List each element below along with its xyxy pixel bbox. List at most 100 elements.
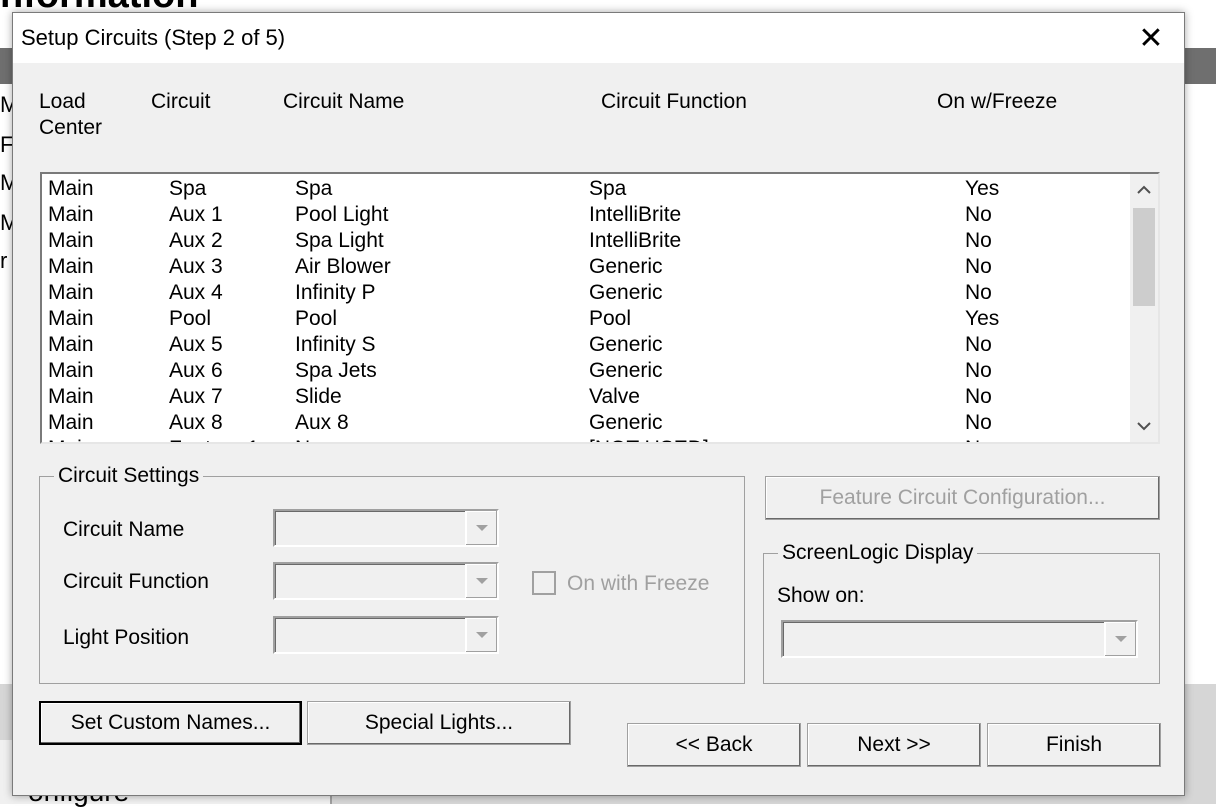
finish-button[interactable]: Finish	[987, 723, 1161, 767]
circuit-cell: Aux 3	[169, 255, 223, 278]
column-header-load-center-line1: Load	[39, 90, 86, 113]
next-button[interactable]: Next >>	[807, 723, 981, 767]
table-row[interactable]: Main Aux 8 Aux 8 Generic No	[42, 410, 1130, 436]
chevron-up-icon	[1137, 185, 1151, 194]
circuit-name-cell: Air Blower	[295, 255, 391, 278]
on-with-freeze-checkbox[interactable]	[532, 571, 556, 595]
circuit-name-cell: Aux 8	[295, 411, 349, 434]
circuit-list-rows: Main Spa Spa Spa Yes Main Aux 1 Pool Light Intel…	[42, 176, 1130, 442]
circuit-name-cell: Pool	[295, 307, 338, 330]
table-row[interactable]: Main Aux 4 Infinity P Generic No	[42, 280, 1130, 306]
circuit-cell: Feature 1	[169, 436, 259, 442]
on-with-freeze-label: On with Freeze	[567, 572, 710, 595]
scroll-up-button[interactable]	[1130, 174, 1158, 206]
chevron-down-icon	[475, 578, 488, 584]
chevron-down-icon	[1114, 636, 1127, 642]
circuit-cell: Aux 4	[169, 281, 223, 304]
circuit-function-combo[interactable]	[273, 562, 499, 600]
table-row[interactable]: Main Aux 7 Slide Valve No	[42, 384, 1130, 410]
circuit-cell: Aux 6	[169, 359, 223, 382]
light-position-dropdown-arrow[interactable]	[465, 618, 497, 652]
dialog-title: Setup Circuits (Step 2 of 5)	[21, 25, 286, 50]
table-row[interactable]: Main Spa Spa Spa Yes	[42, 176, 1130, 202]
load-center-cell: Main	[48, 411, 94, 434]
load-center-cell: Main	[48, 177, 94, 200]
circuit-function-cell: Generic	[589, 281, 663, 304]
light-position-label: Light Position	[63, 626, 190, 649]
table-row[interactable]: Main Aux 5 Infinity S Generic No	[42, 332, 1130, 358]
circuit-name-cell: Infinity S	[295, 333, 376, 356]
table-row[interactable]: Main Aux 2 Spa Light IntelliBrite No	[42, 228, 1130, 254]
column-header-circuit: Circuit	[151, 90, 211, 113]
circuit-function-dropdown-arrow[interactable]	[465, 564, 497, 598]
circuit-name-cell: Pool Light	[295, 203, 389, 226]
close-button[interactable]: ✕	[1118, 13, 1184, 63]
load-center-cell: Main	[48, 203, 94, 226]
on-freeze-cell: No	[965, 229, 992, 252]
circuit-function-cell: Spa	[589, 177, 627, 200]
circuit-function-cell: Pool	[589, 307, 632, 330]
on-freeze-cell: No	[965, 333, 992, 356]
back-button[interactable]: << Back	[627, 723, 801, 767]
chevron-down-icon	[475, 525, 488, 531]
show-on-dropdown-arrow[interactable]	[1104, 622, 1136, 656]
column-header-circuit-name: Circuit Name	[283, 90, 405, 113]
on-freeze-cell: No	[965, 359, 992, 382]
circuit-name-cell: Infinity P	[295, 281, 376, 304]
column-header-on-freeze: On w/Freeze	[937, 90, 1058, 113]
on-freeze-cell: No	[965, 436, 992, 442]
load-center-cell: Main	[48, 255, 94, 278]
circuit-function-cell: Generic	[589, 411, 663, 434]
on-freeze-cell: No	[965, 203, 992, 226]
load-center-cell: Main	[48, 333, 94, 356]
circuit-name-cell: Spa	[295, 177, 333, 200]
set-custom-names-button[interactable]: Set Custom Names...	[39, 701, 302, 745]
background-text-fragment: r	[0, 248, 8, 273]
circuit-list-scrollbar[interactable]	[1130, 174, 1158, 442]
circuit-cell: Aux 8	[169, 411, 223, 434]
table-row[interactable]: Main Aux 6 Spa Jets Generic No	[42, 358, 1130, 384]
circuit-cell: Aux 2	[169, 229, 223, 252]
show-on-combo[interactable]	[781, 620, 1138, 658]
circuit-name-dropdown-arrow[interactable]	[465, 511, 497, 545]
circuit-name-cell: Slide	[295, 385, 342, 408]
on-freeze-cell: No	[965, 281, 992, 304]
special-lights-button[interactable]: Special Lights...	[307, 701, 571, 745]
circuit-settings-group: Circuit Settings Circuit Name Circuit Fu…	[39, 463, 745, 684]
table-row[interactable]: Main Aux 3 Air Blower Generic No	[42, 254, 1130, 280]
circuit-settings-group-label: Circuit Settings	[54, 463, 204, 489]
on-freeze-cell: Yes	[965, 177, 1000, 200]
light-position-combo[interactable]	[273, 616, 499, 654]
circuit-function-cell: Generic	[589, 359, 663, 382]
feature-circuit-configuration-button[interactable]: Feature Circuit Configuration...	[765, 476, 1160, 520]
circuit-function-cell: Valve	[589, 385, 640, 408]
table-row[interactable]: Main Feature 1 No [NOT USED] No	[42, 436, 1130, 442]
dialog-titlebar: Setup Circuits (Step 2 of 5) ✕	[13, 13, 1184, 63]
table-row[interactable]: Main Aux 1 Pool Light IntelliBrite No	[42, 202, 1130, 228]
load-center-cell: Main	[48, 307, 94, 330]
screenlogic-display-group-label: ScreenLogic Display	[778, 540, 978, 566]
column-header-load-center: Load Center	[39, 89, 102, 141]
close-icon: ✕	[1138, 21, 1164, 55]
scroll-thumb[interactable]	[1133, 208, 1155, 306]
circuit-name-cell: No	[295, 436, 322, 442]
on-freeze-cell: Yes	[965, 307, 1000, 330]
chevron-down-icon	[475, 632, 488, 638]
on-freeze-cell: No	[965, 255, 992, 278]
circuit-cell: Pool	[169, 307, 212, 330]
chevron-down-icon	[1137, 422, 1151, 431]
scroll-down-button[interactable]	[1130, 410, 1158, 442]
circuit-function-cell: IntelliBrite	[589, 229, 682, 252]
setup-circuits-dialog: Setup Circuits (Step 2 of 5) ✕ Load Cent…	[12, 12, 1185, 796]
screenlogic-display-group: ScreenLogic Display Show on:	[763, 540, 1160, 684]
column-header-circuit-function: Circuit Function	[601, 90, 747, 113]
circuit-name-combo[interactable]	[273, 509, 499, 547]
circuit-name-label: Circuit Name	[63, 518, 185, 541]
on-freeze-cell: No	[965, 385, 992, 408]
table-row[interactable]: Main Pool Pool Pool Yes	[42, 306, 1130, 332]
circuit-cell: Aux 7	[169, 385, 223, 408]
circuit-name-cell: Spa Jets	[295, 359, 377, 382]
circuit-list[interactable]: Main Spa Spa Spa Yes Main Aux 1 Pool Light Intel…	[40, 172, 1160, 444]
on-freeze-cell: No	[965, 411, 992, 434]
circuit-function-label: Circuit Function	[63, 570, 209, 593]
